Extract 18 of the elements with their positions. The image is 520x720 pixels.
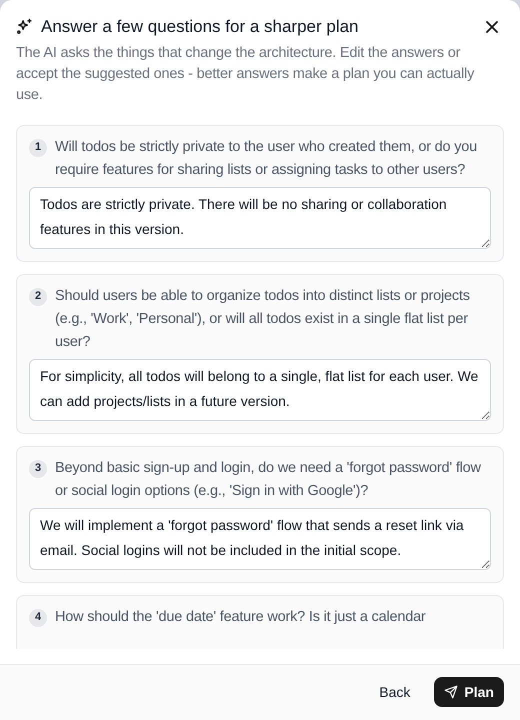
answer-field[interactable]: We will implement a 'forgot password' flow that sends a reset link via email. Social logins will not be included in the initial scope. (29, 508, 491, 570)
send-icon (444, 685, 458, 700)
question-text: Should users be able to organize todos into distinct lists or projects (e.g., 'Work', 'Personal'), or will all todos exist in a single flat list per user? (55, 286, 471, 352)
question-number: 3 (29, 460, 47, 478)
sparkles-icon (16, 18, 33, 36)
question-number: 2 (29, 288, 47, 306)
question-number: 4 (29, 608, 47, 626)
question-text: Beyond basic sign-up and login, do we need a 'forgot password' flow or social login options (e.g., 'Sign in with Google')? (55, 458, 482, 500)
question-number: 1 (29, 138, 47, 156)
dialog-title: Answer a few questions for a sharper plan (41, 16, 360, 38)
answer-field[interactable]: For simplicity, all todos will belong to a single, flat list for each user. We can add projects/lists in a future version. (29, 358, 491, 420)
close-icon (486, 20, 498, 33)
question-text: How should the 'due date' feature work? Is it just a calendar (55, 608, 426, 626)
dialog-description: The AI asks the things that change the architecture. Edit the answers or accept the suggested ones - better answers make a plan you can actually use. (16, 44, 476, 104)
plan-button[interactable]: Plan (434, 677, 504, 708)
question-text: Will todos be strictly private to the user who created them, or do you require features for sharing lists or assigning tasks to other users? (55, 138, 478, 180)
back-button[interactable]: Back (367, 677, 422, 708)
answer-field[interactable]: Todos are strictly private. There will be no sharing or collaboration features in this version. (29, 186, 491, 248)
